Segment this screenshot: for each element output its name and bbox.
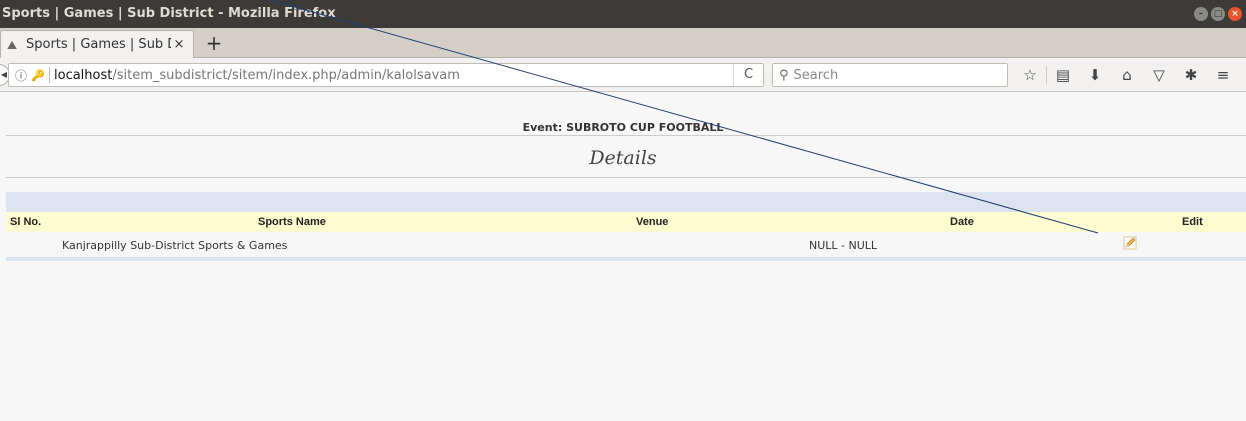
reload-icon[interactable]: C — [733, 64, 763, 86]
col-slno: Sl No. — [10, 216, 42, 228]
extension-icon[interactable]: ✱ — [1175, 66, 1207, 84]
bookmarks-menu-icon[interactable]: ▤ — [1047, 66, 1079, 84]
url-host: localhost — [54, 67, 113, 83]
tab-close-icon[interactable]: × — [171, 37, 187, 52]
window-title: Sports | Games | Sub District - Mozilla … — [2, 6, 336, 21]
info-icon[interactable]: ⓘ — [15, 67, 31, 84]
table-row: Kanjrappilly Sub-District Sports & Games… — [6, 235, 1246, 257]
url-separator — [49, 67, 50, 83]
col-venue: Venue — [636, 216, 669, 228]
minimize-icon[interactable]: – — [1194, 7, 1208, 21]
url-bar[interactable]: ⓘ 🔑 localhost/sitem_subdistrict/sitem/in… — [8, 63, 764, 87]
navigation-bar: ◀ ⓘ 🔑 localhost/sitem_subdistrict/sitem/… — [0, 58, 1246, 92]
tab-title: Sports | Games | Sub Di — [26, 37, 171, 52]
divider — [6, 135, 1246, 136]
maximize-icon[interactable]: □ — [1211, 7, 1225, 21]
window-controls: – □ × — [1194, 7, 1242, 21]
key-icon: 🔑 — [31, 68, 45, 82]
search-placeholder: Search — [793, 67, 839, 83]
close-window-icon[interactable]: × — [1228, 7, 1242, 21]
toolbar-icons: ☆ ▤ ⬇ ⌂ ▽ ✱ ≡ — [1014, 65, 1239, 85]
downloads-icon[interactable]: ⬇ — [1079, 66, 1111, 84]
menu-icon[interactable]: ≡ — [1207, 66, 1239, 84]
pocket-icon[interactable]: ▽ — [1143, 66, 1175, 84]
url-path: /sitem_subdistrict/sitem/index.php/admin… — [112, 67, 460, 83]
bookmark-star-icon[interactable]: ☆ — [1014, 66, 1046, 84]
table-caption-band — [6, 192, 1246, 212]
search-icon: ⚲ — [779, 67, 789, 83]
page-heading: Details — [589, 147, 657, 169]
tab-active[interactable]: ⛰ Sports | Games | Sub Di × — [0, 30, 194, 58]
cell-date: NULL - NULL — [809, 239, 878, 252]
cell-sports-name: Kanjrappilly Sub-District Sports & Games — [62, 239, 288, 252]
col-edit: Edit — [1182, 216, 1203, 228]
favicon-icon: ⛰ — [7, 37, 18, 52]
window-titlebar: Sports | Games | Sub District - Mozilla … — [0, 0, 1246, 28]
edit-pencil-icon[interactable] — [1123, 236, 1137, 250]
new-tab-button[interactable]: + — [202, 32, 226, 56]
home-icon[interactable]: ⌂ — [1111, 66, 1143, 84]
tab-strip: ⛰ Sports | Games | Sub Di × + — [0, 28, 1246, 58]
search-input[interactable]: ⚲ Search — [772, 63, 1008, 87]
col-date: Date — [950, 216, 974, 228]
divider — [6, 177, 1246, 178]
page-content: Event: SUBROTO CUP FOOTBALL Details Sl N… — [0, 93, 1246, 421]
event-title: Event: SUBROTO CUP FOOTBALL — [522, 121, 724, 134]
row-divider — [6, 257, 1246, 261]
col-sports-name: Sports Name — [258, 216, 326, 228]
table-header: Sl No. Sports Name Venue Date Edit — [6, 212, 1246, 232]
